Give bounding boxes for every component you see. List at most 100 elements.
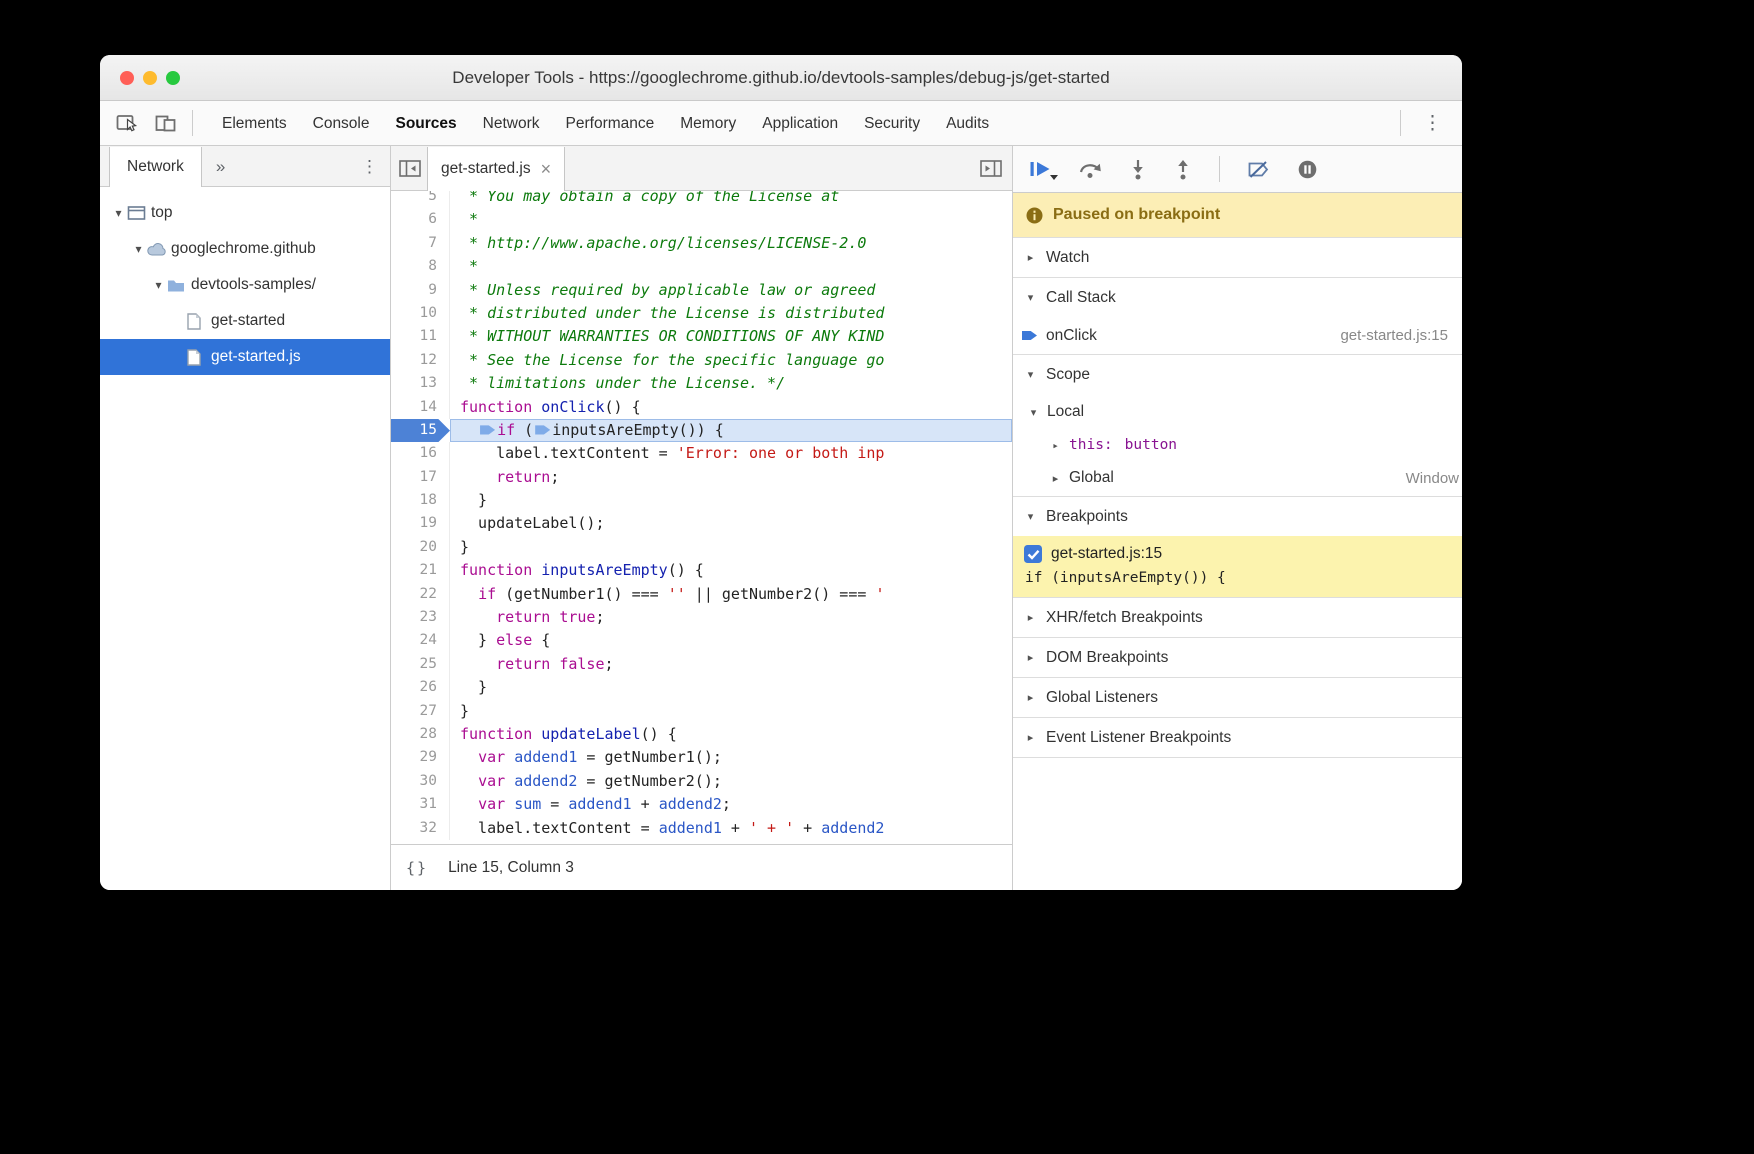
code-line-27[interactable]: 27} xyxy=(391,700,1012,723)
code-line-29[interactable]: 29 var addend1 = getNumber1(); xyxy=(391,746,1012,769)
line-number[interactable]: 28 xyxy=(391,723,450,746)
code-line-5[interactable]: 5 * You may obtain a copy of the License… xyxy=(391,191,1012,208)
more-tabs-icon[interactable]: » xyxy=(216,148,225,186)
line-number[interactable]: 19 xyxy=(391,512,450,535)
code-line-6[interactable]: 6 * xyxy=(391,208,1012,231)
code-line-22[interactable]: 22 if (getNumber1() === '' || getNumber2… xyxy=(391,583,1012,606)
inspect-element-icon[interactable] xyxy=(116,113,139,133)
code-line-9[interactable]: 9 * Unless required by applicable law or… xyxy=(391,279,1012,302)
line-number[interactable]: 26 xyxy=(391,676,450,699)
titlebar[interactable]: Developer Tools - https://googlechrome.g… xyxy=(100,55,1462,101)
section-breakpoints[interactable]: ▾ Breakpoints xyxy=(1013,496,1462,536)
pretty-print-button[interactable]: {} xyxy=(406,859,428,877)
line-number[interactable]: 17 xyxy=(391,466,450,489)
tree-item-get-started-js[interactable]: get-started.js xyxy=(100,339,390,375)
step-over-button[interactable] xyxy=(1078,160,1102,179)
code-line-25[interactable]: 25 return false; xyxy=(391,653,1012,676)
code-line-15[interactable]: 15 if (inputsAreEmpty()) { xyxy=(391,419,1012,442)
frame-location[interactable]: get-started.js:15 xyxy=(1340,327,1448,344)
call-stack-frame[interactable]: onClick get-started.js:15 xyxy=(1013,317,1462,354)
code-line-24[interactable]: 24 } else { xyxy=(391,629,1012,652)
tab-performance[interactable]: Performance xyxy=(553,102,668,145)
section-call-stack[interactable]: ▾ Call Stack xyxy=(1013,277,1462,317)
breakpoint-checkbox[interactable] xyxy=(1024,545,1042,563)
disclosure-triangle-icon[interactable]: ▾ xyxy=(110,206,127,220)
code-line-7[interactable]: 7 * http://www.apache.org/licenses/LICEN… xyxy=(391,232,1012,255)
line-number[interactable]: 25 xyxy=(391,653,450,676)
breakpoint-entry[interactable]: get-started.js:15 if (inputsAreEmpty()) … xyxy=(1013,536,1462,597)
scope-global[interactable]: ▸ Global Window xyxy=(1013,460,1462,496)
tree-item-devtools-samples-[interactable]: ▾devtools-samples/ xyxy=(100,267,390,303)
line-number[interactable]: 20 xyxy=(391,536,450,559)
close-window-button[interactable] xyxy=(120,71,134,85)
tree-item-get-started[interactable]: get-started xyxy=(100,303,390,339)
line-number[interactable]: 12 xyxy=(391,349,450,372)
line-number[interactable]: 5 xyxy=(391,191,450,208)
line-number[interactable]: 14 xyxy=(391,396,450,419)
line-number[interactable]: 24 xyxy=(391,629,450,652)
code-line-23[interactable]: 23 return true; xyxy=(391,606,1012,629)
resume-button[interactable] xyxy=(1029,160,1051,178)
pause-on-exceptions-button[interactable] xyxy=(1297,159,1318,180)
line-number[interactable]: 6 xyxy=(391,208,450,231)
tab-audits[interactable]: Audits xyxy=(933,102,1002,145)
disclosure-triangle-icon[interactable]: ▾ xyxy=(130,242,147,256)
code-line-13[interactable]: 13 * limitations under the License. */ xyxy=(391,372,1012,395)
disclosure-triangle-icon[interactable]: ▾ xyxy=(150,278,167,292)
close-tab-icon[interactable]: × xyxy=(541,160,552,178)
code-line-21[interactable]: 21function inputsAreEmpty() { xyxy=(391,559,1012,582)
code-line-19[interactable]: 19 updateLabel(); xyxy=(391,512,1012,535)
section-dom-breakpoints[interactable]: ▸ DOM Breakpoints xyxy=(1013,637,1462,677)
line-number[interactable]: 13 xyxy=(391,372,450,395)
paused-line-number[interactable]: 15 xyxy=(391,419,450,442)
code-line-28[interactable]: 28function updateLabel() { xyxy=(391,723,1012,746)
code-line-20[interactable]: 20} xyxy=(391,536,1012,559)
line-number[interactable]: 18 xyxy=(391,489,450,512)
line-number[interactable]: 30 xyxy=(391,770,450,793)
step-out-button[interactable] xyxy=(1174,159,1192,180)
line-number[interactable]: 16 xyxy=(391,442,450,465)
code-line-8[interactable]: 8 * xyxy=(391,255,1012,278)
toggle-navigator-icon[interactable] xyxy=(399,160,421,177)
line-number[interactable]: 27 xyxy=(391,700,450,723)
section-scope[interactable]: ▾ Scope xyxy=(1013,354,1462,394)
line-number[interactable]: 32 xyxy=(391,817,450,840)
code-line-26[interactable]: 26 } xyxy=(391,676,1012,699)
line-number[interactable]: 10 xyxy=(391,302,450,325)
scope-local[interactable]: ▾ Local xyxy=(1013,394,1462,430)
tab-sources[interactable]: Sources xyxy=(383,102,470,145)
code-line-16[interactable]: 16 label.textContent = 'Error: one or bo… xyxy=(391,442,1012,465)
code-line-11[interactable]: 11 * WITHOUT WARRANTIES OR CONDITIONS OF… xyxy=(391,325,1012,348)
device-toolbar-icon[interactable] xyxy=(155,113,176,133)
code-line-12[interactable]: 12 * See the License for the specific la… xyxy=(391,349,1012,372)
line-number[interactable]: 11 xyxy=(391,325,450,348)
scope-this-property[interactable]: ▸ this: button xyxy=(1013,430,1462,460)
code-line-32[interactable]: 32 label.textContent = addend1 + ' + ' +… xyxy=(391,817,1012,840)
minimize-window-button[interactable] xyxy=(143,71,157,85)
code-line-31[interactable]: 31 var sum = addend1 + addend2; xyxy=(391,793,1012,816)
line-number[interactable]: 31 xyxy=(391,793,450,816)
section-watch[interactable]: ▸ Watch xyxy=(1013,237,1462,277)
tree-item-googlechrome-github[interactable]: ▾googlechrome.github xyxy=(100,231,390,267)
line-number[interactable]: 9 xyxy=(391,279,450,302)
toggle-debugger-panel-icon[interactable] xyxy=(980,160,1002,177)
tab-network[interactable]: Network xyxy=(470,102,553,145)
tab-security[interactable]: Security xyxy=(851,102,933,145)
code-line-18[interactable]: 18 } xyxy=(391,489,1012,512)
main-menu-icon[interactable]: ⋮ xyxy=(1419,112,1446,135)
line-number[interactable]: 23 xyxy=(391,606,450,629)
tab-console[interactable]: Console xyxy=(300,102,383,145)
code-line-10[interactable]: 10 * distributed under the License is di… xyxy=(391,302,1012,325)
tree-item-top[interactable]: ▾top xyxy=(100,195,390,231)
code-line-30[interactable]: 30 var addend2 = getNumber2(); xyxy=(391,770,1012,793)
line-number[interactable]: 29 xyxy=(391,746,450,769)
editor-tab-get-started-js[interactable]: get-started.js × xyxy=(427,147,565,191)
tab-application[interactable]: Application xyxy=(749,102,851,145)
navigator-menu-icon[interactable]: ⋮ xyxy=(357,148,382,186)
code-line-17[interactable]: 17 return; xyxy=(391,466,1012,489)
tab-memory[interactable]: Memory xyxy=(667,102,749,145)
section-global-listeners[interactable]: ▸ Global Listeners xyxy=(1013,677,1462,717)
line-number[interactable]: 8 xyxy=(391,255,450,278)
deactivate-breakpoints-button[interactable] xyxy=(1247,160,1270,179)
line-number[interactable]: 7 xyxy=(391,232,450,255)
